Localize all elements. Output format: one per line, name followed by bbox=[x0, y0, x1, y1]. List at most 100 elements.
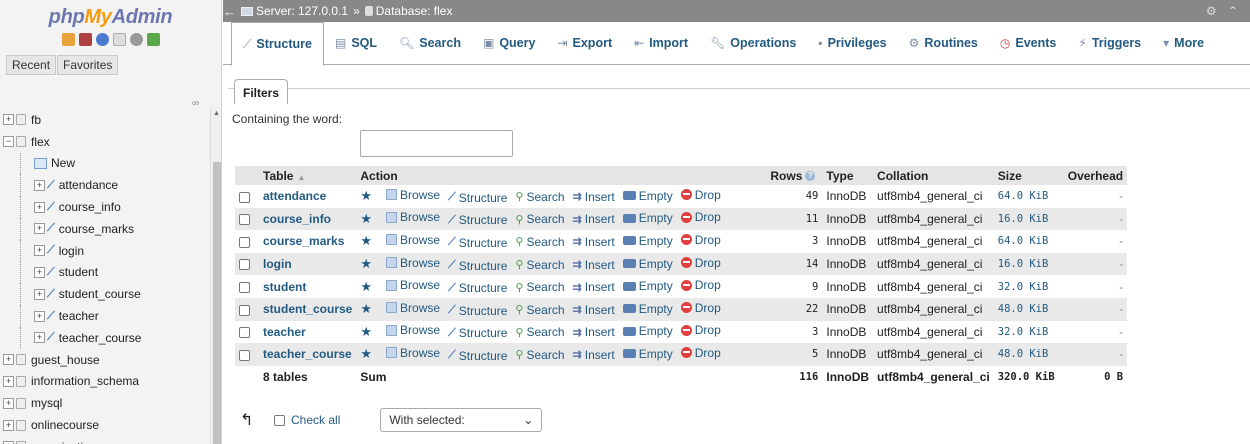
scrollbar-thumb[interactable] bbox=[213, 162, 221, 444]
row-checkbox[interactable] bbox=[239, 304, 250, 316]
home-icon[interactable] bbox=[61, 33, 75, 46]
tree-item-label[interactable]: fb bbox=[31, 113, 41, 127]
breadcrumb-server[interactable]: Server: 127.0.0.1 bbox=[241, 4, 348, 18]
search-action[interactable]: ⚲ Search bbox=[515, 325, 564, 339]
row-size[interactable]: 64.0 KiB bbox=[993, 230, 1064, 253]
help-icon[interactable]: ? bbox=[805, 171, 816, 182]
empty-action[interactable]: Empty bbox=[622, 189, 673, 203]
tab-sql[interactable]: ▤ SQL bbox=[324, 22, 388, 64]
expand-icon[interactable]: + bbox=[34, 201, 45, 213]
row-count[interactable]: 3 bbox=[766, 230, 823, 253]
tab-privileges[interactable]: ▪ Privileges bbox=[807, 22, 897, 64]
tab-triggers[interactable]: ⚡︎ Triggers bbox=[1067, 22, 1152, 64]
drop-action[interactable]: Drop bbox=[680, 256, 721, 270]
structure-action[interactable]: ⟋ Structure bbox=[448, 326, 507, 340]
tab-more[interactable]: ▾ More bbox=[1152, 22, 1215, 64]
tree-table-item[interactable]: + ⟋ course_marks bbox=[0, 217, 210, 240]
favorites-tab[interactable]: Favorites bbox=[57, 55, 119, 75]
link-icon[interactable]: ∞ bbox=[192, 98, 199, 109]
empty-action[interactable]: Empty bbox=[622, 234, 673, 248]
table-name-link[interactable]: login bbox=[259, 252, 357, 276]
header-size[interactable]: Size bbox=[993, 166, 1064, 185]
row-checkbox[interactable] bbox=[239, 282, 250, 293]
tree-item-label[interactable]: information_schema bbox=[31, 374, 139, 388]
favorite-star-icon[interactable]: ★ bbox=[360, 279, 372, 295]
tree-table-item[interactable]: + ⟋ teacher_course bbox=[0, 326, 210, 349]
row-count[interactable]: 9 bbox=[766, 275, 823, 298]
structure-action[interactable]: ⟋ Structure bbox=[448, 281, 507, 295]
structure-action[interactable]: ⟋ Structure bbox=[448, 304, 507, 318]
insert-action[interactable]: ⇉ Insert bbox=[573, 212, 615, 226]
browse-action[interactable]: Browse bbox=[386, 301, 440, 315]
settings-collapse-icons[interactable]: ⚙ ⌃ bbox=[1206, 4, 1242, 18]
search-action[interactable]: ⚲ Search bbox=[515, 258, 564, 272]
search-action[interactable]: ⚲ Search bbox=[515, 212, 564, 226]
tree-item-label[interactable]: login bbox=[59, 244, 84, 258]
tree-database-item[interactable]: + guest_house bbox=[0, 349, 210, 371]
table-name-link[interactable]: course_marks bbox=[259, 230, 357, 253]
header-collation[interactable]: Collation bbox=[873, 166, 994, 185]
expand-icon[interactable]: + bbox=[34, 288, 45, 300]
browse-action[interactable]: Browse bbox=[386, 210, 440, 224]
tree-item-label[interactable]: teacher_course bbox=[59, 331, 142, 345]
favorite-star-icon[interactable]: ★ bbox=[360, 188, 372, 204]
row-count[interactable]: 22 bbox=[766, 297, 823, 321]
tree-database-item[interactable]: + fb bbox=[0, 109, 210, 131]
tree-item-label[interactable]: guest_house bbox=[31, 353, 100, 367]
with-selected-dropdown[interactable]: With selected: ⌄ bbox=[380, 408, 543, 432]
expand-icon[interactable]: + bbox=[3, 354, 14, 366]
sidebar-scrollbar[interactable]: ▲ bbox=[210, 108, 221, 444]
logout-icon[interactable] bbox=[78, 33, 92, 46]
drop-action[interactable]: Drop bbox=[680, 323, 721, 337]
empty-action[interactable]: Empty bbox=[622, 324, 673, 338]
empty-action[interactable]: Empty bbox=[622, 257, 673, 271]
browse-action[interactable]: Browse bbox=[386, 233, 440, 247]
tab-operations[interactable]: 🔧︎ Operations bbox=[699, 22, 807, 64]
favorite-star-icon[interactable]: ★ bbox=[360, 346, 372, 362]
tree-item-label[interactable]: New bbox=[51, 156, 75, 170]
insert-action[interactable]: ⇉ Insert bbox=[573, 348, 615, 362]
tab-events[interactable]: ◷ Events bbox=[989, 22, 1067, 64]
phpmyadmin-logo[interactable]: phpMyAdmin bbox=[0, 6, 221, 29]
structure-action[interactable]: ⟋ Structure bbox=[448, 259, 507, 273]
table-name-link[interactable]: student bbox=[259, 275, 357, 298]
row-size[interactable]: 64.0 KiB bbox=[993, 185, 1064, 208]
row-checkbox[interactable] bbox=[239, 259, 250, 271]
breadcrumb-database[interactable]: Database: flex bbox=[364, 4, 452, 18]
docs-icon[interactable] bbox=[112, 33, 126, 46]
search-action[interactable]: ⚲ Search bbox=[515, 348, 564, 362]
header-type[interactable]: Type bbox=[822, 166, 874, 185]
row-size[interactable]: 48.0 KiB bbox=[993, 297, 1064, 321]
insert-action[interactable]: ⇉ Insert bbox=[573, 280, 615, 294]
table-name-link[interactable]: student_course bbox=[259, 297, 357, 321]
tree-database-item[interactable]: +organization bbox=[0, 436, 210, 444]
favorite-star-icon[interactable]: ★ bbox=[360, 324, 372, 340]
expand-icon[interactable]: + bbox=[3, 114, 14, 126]
scroll-up-icon[interactable]: ▲ bbox=[213, 110, 220, 117]
drop-action[interactable]: Drop bbox=[680, 210, 721, 224]
insert-action[interactable]: ⇉ Insert bbox=[573, 258, 615, 272]
browse-action[interactable]: Browse bbox=[386, 278, 440, 292]
empty-action[interactable]: Empty bbox=[622, 279, 673, 293]
expand-icon[interactable]: + bbox=[34, 245, 45, 257]
settings-icon[interactable] bbox=[129, 33, 143, 46]
header-overhead[interactable]: Overhead bbox=[1063, 166, 1128, 185]
tab-search[interactable]: 🔍︎ Search bbox=[388, 22, 472, 64]
tree-table-item[interactable]: + ⟋ login bbox=[0, 239, 210, 262]
row-size[interactable]: 16.0 KiB bbox=[993, 252, 1064, 276]
tab-query[interactable]: ▣ Query bbox=[472, 22, 546, 64]
drop-action[interactable]: Drop bbox=[680, 346, 721, 360]
row-count[interactable]: 3 bbox=[766, 320, 823, 344]
table-name-link[interactable]: attendance bbox=[259, 185, 357, 208]
tree-item-label[interactable]: mysql bbox=[31, 396, 62, 410]
collapse-arrow-icon[interactable]: ← bbox=[223, 4, 236, 19]
recent-tab[interactable]: Recent bbox=[6, 55, 57, 75]
structure-action[interactable]: ⟋ Structure bbox=[448, 213, 507, 227]
tab-structure[interactable]: ⟋ Structure bbox=[231, 22, 324, 66]
row-size[interactable]: 32.0 KiB bbox=[993, 320, 1064, 344]
tree-table-item[interactable]: + ⟋ attendance bbox=[0, 174, 210, 197]
drop-action[interactable]: Drop bbox=[680, 233, 721, 247]
structure-action[interactable]: ⟋ Structure bbox=[448, 236, 507, 250]
insert-action[interactable]: ⇉ Insert bbox=[573, 303, 615, 317]
check-all-checkbox[interactable] bbox=[274, 414, 285, 426]
